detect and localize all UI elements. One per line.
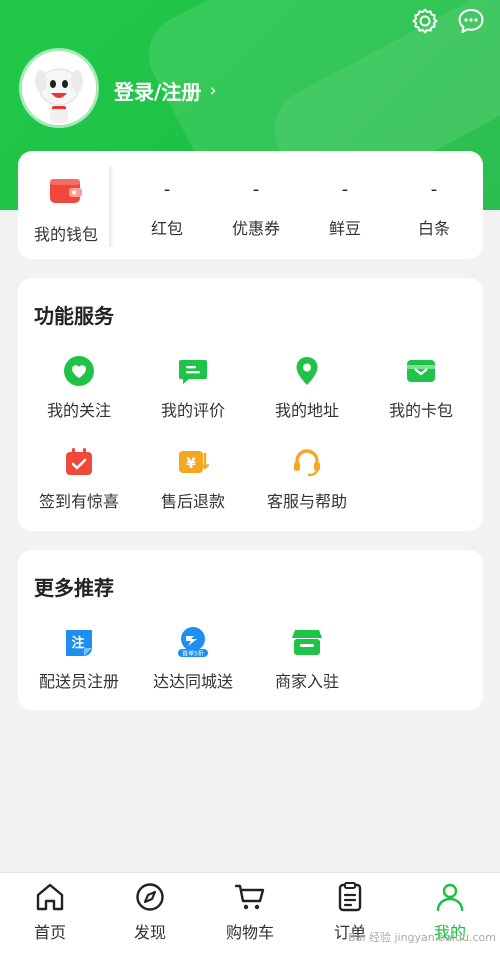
message-bubble-icon[interactable] [456,6,486,36]
courier-register-icon: 注 [66,630,92,656]
mascot-dog-icon [22,51,96,125]
chevron-right-icon: › [209,80,217,101]
wallet-value: - [341,179,349,200]
service-my-reviews[interactable]: 我的评价 [138,355,248,421]
my-wallet-button[interactable]: 我的钱包 [18,151,114,259]
wallet-label: 我的钱包 [33,225,98,244]
headset-icon [294,449,320,477]
tab-label: 发现 [133,923,166,942]
courier-icon-glyph: 注 [71,635,84,651]
compass-icon [136,883,164,911]
service-label: 签到有惊喜 [38,492,119,511]
location-pin-icon [296,357,318,385]
svg-text:¥: ¥ [186,456,196,472]
rec-label: 达达同城送 [152,672,233,691]
dada-delivery-icon: 首单5折 [178,627,208,658]
rec-merchant-join[interactable]: 商家入驻 [252,626,362,692]
wallet-item-label: 红包 [150,219,183,238]
service-label: 客服与帮助 [266,492,347,511]
wallet-icon [50,179,82,203]
store-icon [292,630,322,655]
refund-icon: ¥ [179,451,209,473]
wallet-value: - [163,179,171,200]
service-label: 我的评价 [160,401,225,420]
wallet-value: - [252,179,260,200]
section-title: 功能服务 [34,304,114,328]
wallet-item-red-packet[interactable]: - 红包 [122,151,212,259]
wallet-value: - [430,179,438,200]
rec-label: 商家入驻 [274,672,339,691]
service-label: 售后退款 [160,492,225,511]
service-my-cards[interactable]: 我的卡包 [366,355,476,421]
tab-label: 首页 [33,923,66,942]
service-label: 我的关注 [46,401,111,420]
order-list-icon [338,882,362,912]
bottom-tab-bar: 首页 发现 购物车 订单 我的 Bai 经验 jingyan.baidu.com [0,872,500,953]
services-card: 功能服务 我的关注 我的评价 我的地址 我的卡包 签到有惊喜 ¥ 售后退款 客服… [18,278,483,531]
wallet-item-label: 优惠券 [231,219,280,238]
recommend-card: 更多推荐 注 配送员注册 首单5折 达达同城送 商家入驻 [18,550,483,710]
service-customer-help[interactable]: 客服与帮助 [252,446,362,512]
rec-courier-register[interactable]: 注 配送员注册 [24,626,134,692]
card-wallet-icon [407,360,435,382]
service-label: 我的地址 [274,401,339,420]
login-text: 登录/注册 [114,80,202,104]
wallet-card: 我的钱包 - 红包 - 优惠券 - 鲜豆 - 白条 [18,151,483,259]
service-check-in[interactable]: 签到有惊喜 [24,446,134,512]
rec-label: 配送员注册 [38,672,119,691]
header-actions [410,6,486,36]
service-label: 我的卡包 [388,401,453,420]
home-icon [36,883,64,911]
wallet-item-bean[interactable]: - 鲜豆 [300,151,390,259]
watermark: Bai 经验 jingyan.baidu.com [348,931,496,944]
divider [109,167,113,247]
calendar-check-icon [66,448,92,475]
service-after-sale-refund[interactable]: ¥ 售后退款 [138,446,248,512]
comment-icon [179,360,207,384]
tab-cart[interactable]: 购物车 [200,873,300,953]
service-my-follow[interactable]: 我的关注 [24,355,134,421]
login-register-link[interactable]: 登录/注册 › [114,76,217,105]
heart-icon [64,356,94,386]
tab-discover[interactable]: 发现 [100,873,200,953]
tab-home[interactable]: 首页 [0,873,100,953]
profile-icon [436,883,464,912]
rec-dada-delivery[interactable]: 首单5折 达达同城送 [138,626,248,692]
tab-label: 购物车 [225,923,274,942]
dada-badge: 首单5折 [182,650,204,658]
cart-icon [234,884,265,910]
service-my-address[interactable]: 我的地址 [252,355,362,421]
avatar[interactable] [22,51,96,125]
settings-gear-icon[interactable] [410,6,440,36]
wallet-item-baitiao[interactable]: - 白条 [389,151,479,259]
wallet-item-coupon[interactable]: - 优惠券 [211,151,301,259]
section-title: 更多推荐 [34,576,114,600]
wallet-item-label: 白条 [417,219,450,238]
wallet-item-label: 鲜豆 [328,219,361,238]
